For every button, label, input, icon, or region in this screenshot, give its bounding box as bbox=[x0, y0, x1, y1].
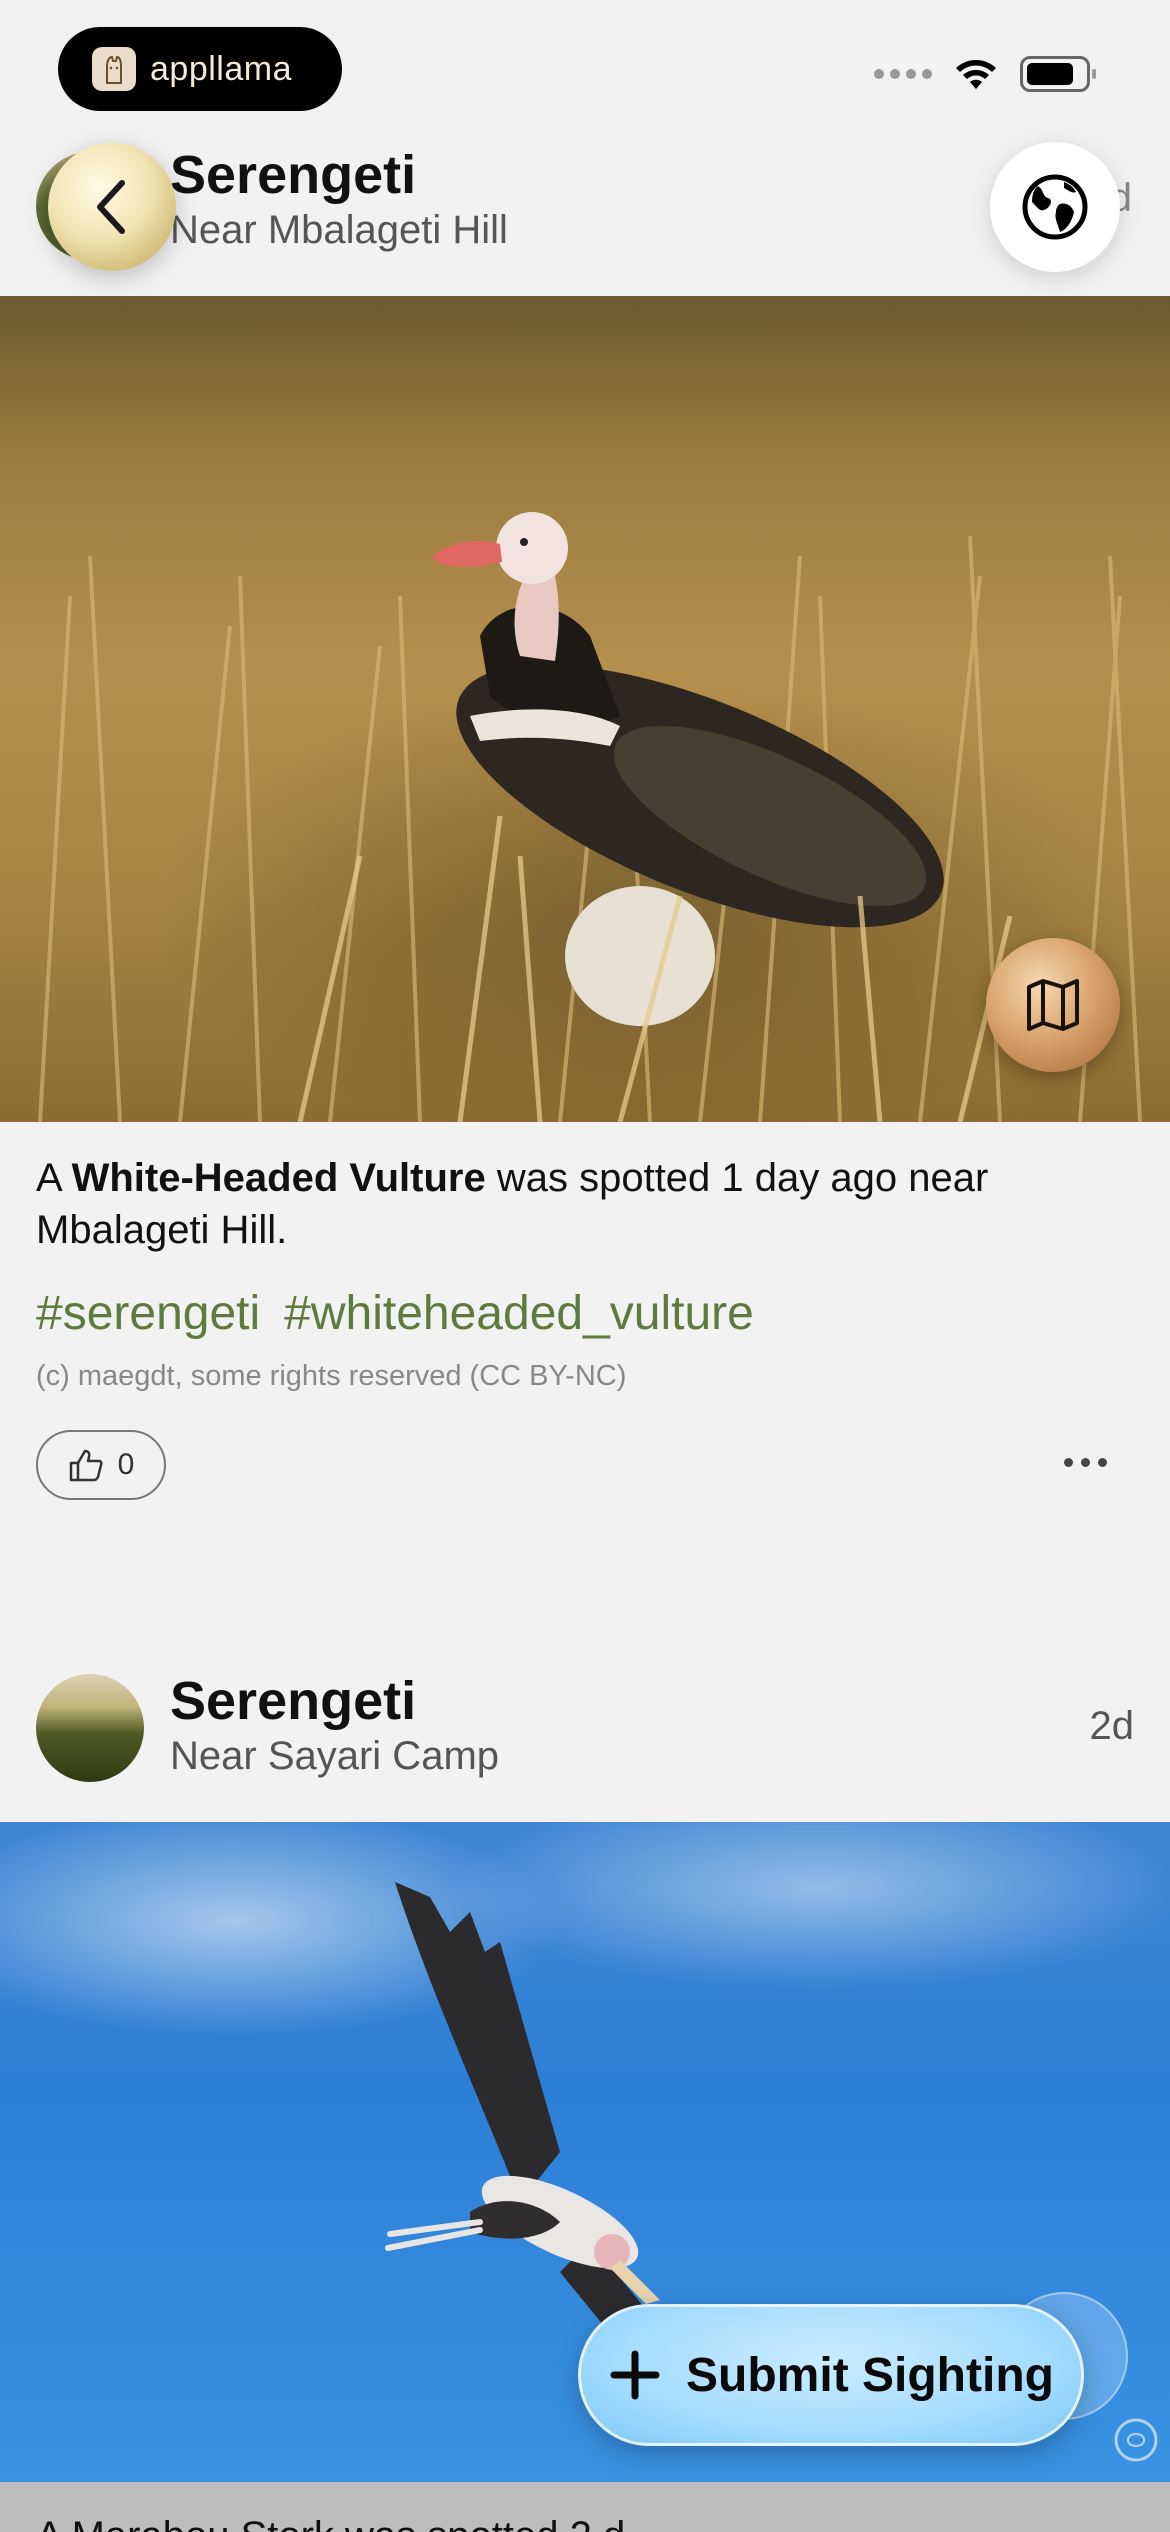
post-header[interactable]: Serengeti Near Sayari Camp 2d bbox=[0, 1656, 1170, 1796]
hashtag[interactable]: #serengeti bbox=[36, 1286, 260, 1341]
back-button[interactable] bbox=[48, 143, 176, 271]
globe-icon bbox=[1022, 174, 1088, 240]
map-button[interactable] bbox=[986, 938, 1120, 1072]
hashtag[interactable]: #whiteheaded_vulture bbox=[284, 1286, 754, 1341]
photo-credit: (c) maegdt, some rights reserved (CC BY-… bbox=[36, 1360, 627, 1392]
signal-dots-icon bbox=[874, 69, 932, 79]
post-title: Serengeti bbox=[170, 145, 417, 205]
chevron-left-icon bbox=[97, 180, 125, 234]
location-avatar[interactable] bbox=[36, 1674, 144, 1782]
battery-icon bbox=[1020, 56, 1096, 92]
thumbs-up-icon bbox=[69, 1449, 103, 1482]
post-subtitle: Near Mbalageti Hill bbox=[170, 208, 508, 252]
submit-sighting-label: Submit Sighting bbox=[686, 2348, 1054, 2402]
status-icons bbox=[874, 56, 1096, 92]
next-post-caption: A Marabou Stork was spotted 2 d bbox=[0, 2482, 1170, 2532]
ellipsis-icon bbox=[1064, 1458, 1073, 1467]
appllama-label: appllama bbox=[150, 49, 292, 88]
caption-prefix: A bbox=[36, 1156, 61, 1200]
post-age: 2d bbox=[1089, 1704, 1135, 1748]
next-caption-text: A Marabou Stork was spotted 2 d bbox=[36, 2514, 625, 2532]
hashtag-list: #serengeti #whiteheaded_vulture bbox=[36, 1286, 754, 1341]
rose-watermark-icon bbox=[1114, 2418, 1158, 2462]
sighting-caption: A White-Headed Vulture was spotted 1 day… bbox=[36, 1152, 1126, 1256]
globe-button[interactable] bbox=[990, 142, 1120, 272]
species-name[interactable]: White-Headed Vulture bbox=[72, 1156, 486, 1200]
submit-sighting-button[interactable]: Submit Sighting bbox=[578, 2304, 1084, 2446]
like-button[interactable]: 0 bbox=[36, 1430, 166, 1500]
llama-logo-icon bbox=[92, 47, 136, 91]
plus-icon bbox=[610, 2350, 660, 2400]
appllama-badge[interactable]: appllama bbox=[58, 27, 342, 111]
more-options-button[interactable] bbox=[1060, 1446, 1111, 1479]
post-title: Serengeti bbox=[170, 1671, 417, 1731]
like-count: 0 bbox=[117, 1448, 135, 1481]
map-icon bbox=[1027, 979, 1079, 1031]
post-subtitle: Near Sayari Camp bbox=[170, 1734, 500, 1778]
wifi-icon bbox=[956, 60, 996, 89]
